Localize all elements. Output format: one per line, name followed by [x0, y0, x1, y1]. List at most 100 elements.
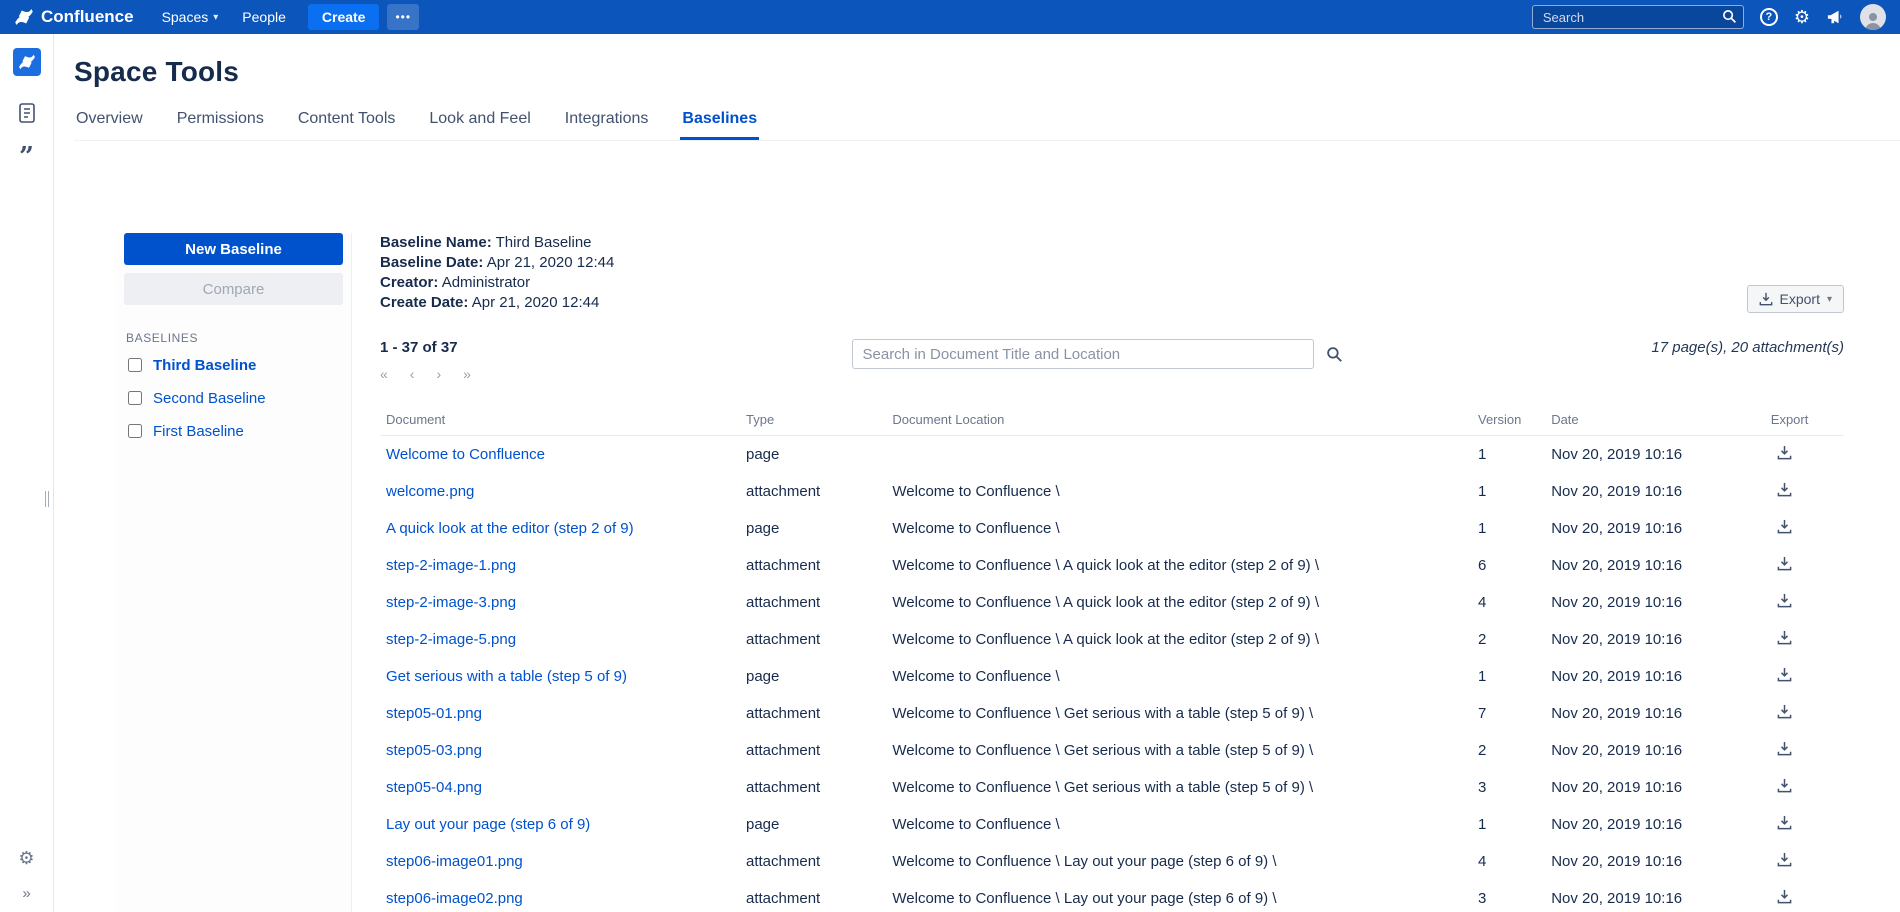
- tab-content-tools[interactable]: Content Tools: [296, 104, 398, 140]
- table-row: step06-image01.png attachment Welcome to…: [380, 843, 1844, 880]
- confluence-logo[interactable]: Confluence: [14, 7, 134, 27]
- document-date: Nov 20, 2019 10:16: [1551, 769, 1771, 806]
- document-link[interactable]: step06-image02.png: [386, 890, 523, 907]
- compare-button[interactable]: Compare: [124, 273, 343, 305]
- search-icon[interactable]: [1326, 346, 1343, 363]
- document-type: page: [746, 806, 892, 843]
- detail-create-date: Create Date: Apr 21, 2020 12:44: [380, 293, 614, 313]
- detail-creator: Creator: Administrator: [380, 273, 614, 293]
- sidebar-resize-handle[interactable]: [45, 491, 51, 507]
- document-location: Welcome to Confluence \ A quick look at …: [892, 621, 1478, 658]
- document-location: [892, 436, 1478, 474]
- row-export-button[interactable]: [1771, 852, 1792, 867]
- document-location: Welcome to Confluence \ A quick look at …: [892, 547, 1478, 584]
- first-page-button[interactable]: «: [380, 366, 388, 382]
- space-settings-gear-icon[interactable]: ⚙: [18, 848, 34, 869]
- table-row: step06-image02.png attachment Welcome to…: [380, 880, 1844, 912]
- document-location: Welcome to Confluence \ Get serious with…: [892, 695, 1478, 732]
- table-row: Lay out your page (step 6 of 9) page Wel…: [380, 806, 1844, 843]
- create-more-button[interactable]: •••: [387, 4, 419, 30]
- baseline-item-third[interactable]: Third Baseline: [124, 355, 343, 375]
- search-icon[interactable]: [1722, 9, 1737, 28]
- baseline-item-first[interactable]: First Baseline: [124, 421, 343, 441]
- document-search-input[interactable]: [852, 339, 1314, 369]
- space-logo[interactable]: [13, 48, 41, 76]
- row-export-button[interactable]: [1771, 519, 1792, 534]
- document-version: 7: [1478, 695, 1551, 732]
- document-version: 1: [1478, 658, 1551, 695]
- header-location: Document Location: [892, 404, 1478, 436]
- document-date: Nov 20, 2019 10:16: [1551, 621, 1771, 658]
- tab-permissions[interactable]: Permissions: [175, 104, 266, 140]
- row-export-button[interactable]: [1771, 556, 1792, 571]
- megaphone-icon[interactable]: [1826, 9, 1844, 25]
- create-button[interactable]: Create: [308, 4, 380, 30]
- document-link[interactable]: Get serious with a table (step 5 of 9): [386, 668, 627, 685]
- prev-page-button[interactable]: ‹: [410, 366, 415, 382]
- row-export-button[interactable]: [1771, 778, 1792, 793]
- tab-look-and-feel[interactable]: Look and Feel: [427, 104, 532, 140]
- document-link[interactable]: step05-03.png: [386, 742, 482, 759]
- tab-overview[interactable]: Overview: [74, 104, 145, 140]
- navbar-right: ? ⚙: [1532, 4, 1886, 30]
- baseline-link[interactable]: First Baseline: [153, 423, 244, 440]
- avatar[interactable]: [1860, 4, 1886, 30]
- baseline-details: Baseline Name: Third Baseline Baseline D…: [380, 233, 614, 313]
- detail-baseline-date: Baseline Date: Apr 21, 2020 12:44: [380, 253, 614, 273]
- baseline-checkbox[interactable]: [128, 358, 142, 372]
- export-button[interactable]: Export ▾: [1747, 285, 1845, 313]
- document-version: 3: [1478, 880, 1551, 912]
- header-export: Export: [1771, 404, 1844, 436]
- pages-icon[interactable]: [17, 102, 37, 124]
- nav-people[interactable]: People: [232, 3, 296, 31]
- new-baseline-button[interactable]: New Baseline: [124, 233, 343, 265]
- table-row: step05-03.png attachment Welcome to Conf…: [380, 732, 1844, 769]
- baseline-link[interactable]: Third Baseline: [153, 357, 256, 374]
- row-export-button[interactable]: [1771, 482, 1792, 497]
- baseline-checkbox[interactable]: [128, 391, 142, 405]
- document-link[interactable]: Lay out your page (step 6 of 9): [386, 816, 590, 833]
- help-icon[interactable]: ?: [1760, 8, 1778, 26]
- baseline-checkbox[interactable]: [128, 424, 142, 438]
- row-export-button[interactable]: [1771, 704, 1792, 719]
- global-search-input[interactable]: [1532, 5, 1744, 29]
- document-link[interactable]: step06-image01.png: [386, 853, 523, 870]
- document-type: attachment: [746, 473, 892, 510]
- last-page-button[interactable]: »: [463, 366, 471, 382]
- document-link[interactable]: welcome.png: [386, 483, 474, 500]
- document-link[interactable]: step05-04.png: [386, 779, 482, 796]
- row-export-button[interactable]: [1771, 593, 1792, 608]
- row-export-button[interactable]: [1771, 889, 1792, 904]
- nav-spaces[interactable]: Spaces ▾: [152, 3, 229, 31]
- baselines-panel: New Baseline Compare BASELINES Third Bas…: [116, 233, 352, 912]
- row-export-button[interactable]: [1771, 445, 1792, 460]
- document-link[interactable]: Welcome to Confluence: [386, 446, 545, 463]
- document-link[interactable]: step-2-image-5.png: [386, 631, 516, 648]
- document-link[interactable]: step05-01.png: [386, 705, 482, 722]
- header-version: Version: [1478, 404, 1551, 436]
- table-row: welcome.png attachment Welcome to Conflu…: [380, 473, 1844, 510]
- baseline-item-second[interactable]: Second Baseline: [124, 388, 343, 408]
- document-type: page: [746, 436, 892, 474]
- tab-baselines[interactable]: Baselines: [680, 104, 759, 140]
- document-type: page: [746, 510, 892, 547]
- row-export-button[interactable]: [1771, 630, 1792, 645]
- header-document: Document: [380, 404, 746, 436]
- row-export-button[interactable]: [1771, 815, 1792, 830]
- document-version: 1: [1478, 806, 1551, 843]
- expand-sidebar-icon[interactable]: »: [22, 885, 30, 902]
- document-link[interactable]: A quick look at the editor (step 2 of 9): [386, 520, 634, 537]
- document-type: attachment: [746, 547, 892, 584]
- baseline-link[interactable]: Second Baseline: [153, 390, 266, 407]
- table-row: Get serious with a table (step 5 of 9) p…: [380, 658, 1844, 695]
- document-date: Nov 20, 2019 10:16: [1551, 732, 1771, 769]
- document-link[interactable]: step-2-image-1.png: [386, 557, 516, 574]
- row-export-button[interactable]: [1771, 667, 1792, 682]
- row-export-button[interactable]: [1771, 741, 1792, 756]
- next-page-button[interactable]: ›: [436, 366, 441, 382]
- tab-integrations[interactable]: Integrations: [563, 104, 651, 140]
- quote-icon[interactable]: ”: [19, 150, 34, 166]
- gear-icon[interactable]: ⚙: [1794, 8, 1810, 26]
- document-link[interactable]: step-2-image-3.png: [386, 594, 516, 611]
- document-version: 1: [1478, 473, 1551, 510]
